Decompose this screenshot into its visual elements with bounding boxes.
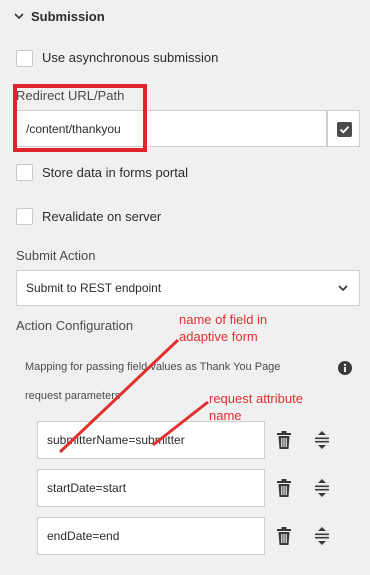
annotation-lines bbox=[58, 338, 209, 454]
annotation-attr-line2: name bbox=[209, 408, 242, 423]
annotation-line-field-name bbox=[58, 338, 180, 454]
annotation-line-attr-name bbox=[152, 400, 209, 447]
annotation-field-name-line2: adaptive form bbox=[179, 329, 258, 344]
annotation-field-name-line1: name of field in bbox=[179, 312, 268, 327]
annotation-attr-line1: request attribute bbox=[209, 391, 303, 406]
